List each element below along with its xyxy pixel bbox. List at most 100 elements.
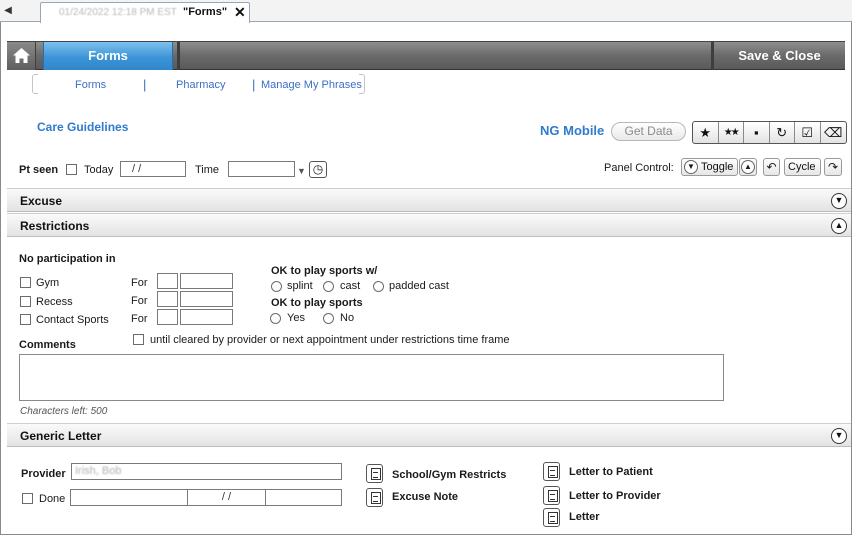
contact-sports-duration-unit-field[interactable] <box>180 309 233 325</box>
main-toolbar: Forms Save & Close <box>7 41 845 70</box>
done-checkbox[interactable] <box>22 493 33 504</box>
comments-textarea[interactable] <box>19 354 724 401</box>
chevron-down-icon[interactable]: ▼ <box>831 428 847 444</box>
document-icon[interactable] <box>543 508 560 527</box>
recess-duration-unit-field[interactable] <box>180 291 233 307</box>
recess-checkbox[interactable] <box>20 296 31 307</box>
gym-duration-number-field[interactable] <box>157 273 178 289</box>
gym-checkbox[interactable] <box>20 277 31 288</box>
for-label: For <box>131 295 148 307</box>
splint-radio[interactable] <box>271 281 282 292</box>
panel-control-label: Panel Control: <box>604 162 674 174</box>
contact-sports-checkbox[interactable] <box>20 314 31 325</box>
toolbar-divider <box>177 42 180 70</box>
cast-radio[interactable] <box>323 281 334 292</box>
document-tab[interactable]: 01/24/2022 12:18 PM EST "Forms" ✕ <box>40 2 250 23</box>
no-participation-label: No participation in <box>19 253 116 265</box>
padded-cast-label: padded cast <box>389 280 449 292</box>
today-label: Today <box>84 164 114 176</box>
generic-letter-section-header[interactable]: Generic Letter ▼ <box>7 423 851 447</box>
provider-field[interactable]: Irish, Bob <box>71 463 342 480</box>
done-by-field[interactable] <box>70 489 188 506</box>
characters-left-text: Characters left: 500 <box>20 406 108 417</box>
toggle-button[interactable]: ▼ Toggle <box>681 158 738 176</box>
done-label: Done <box>39 493 66 505</box>
letter-to-patient-label[interactable]: Letter to Patient <box>569 466 653 478</box>
gym-duration-unit-field[interactable] <box>180 273 233 289</box>
clock-icon[interactable]: ◷ <box>309 161 327 178</box>
save-close-button[interactable]: Save & Close <box>714 42 845 70</box>
recess-label: Recess <box>36 296 73 308</box>
subnav-manage-phrases-link[interactable]: Manage My Phrases <box>261 79 362 91</box>
restrictions-section-header[interactable]: Restrictions ▲ <box>7 213 851 237</box>
chevron-up-icon: ▲ <box>741 160 755 174</box>
splint-label: splint <box>287 280 313 292</box>
contact-sports-duration-number-field[interactable] <box>157 309 178 325</box>
until-cleared-checkbox[interactable] <box>133 334 144 345</box>
letter-label[interactable]: Letter <box>569 511 600 523</box>
contact-sports-label: Contact Sports <box>36 314 109 326</box>
time-field[interactable] <box>228 161 295 177</box>
redo-icon[interactable]: ↷ <box>824 158 842 176</box>
subnav-separator: | <box>143 77 147 92</box>
date-field-value: / / <box>132 163 142 175</box>
double-star-icon[interactable]: ★★ <box>719 122 744 143</box>
document-icon[interactable] <box>543 462 560 481</box>
care-guidelines-link[interactable]: Care Guidelines <box>37 120 128 134</box>
padded-cast-radio[interactable] <box>373 281 384 292</box>
excuse-section-title: Excuse <box>20 194 63 208</box>
checklist-icon[interactable]: ☑ <box>795 122 821 143</box>
until-cleared-label: until cleared by provider or next appoin… <box>150 334 510 346</box>
expand-all-button[interactable]: ▲ <box>739 158 757 176</box>
letter-to-provider-label[interactable]: Letter to Provider <box>569 490 661 502</box>
chevron-up-icon[interactable]: ▲ <box>831 218 847 234</box>
ok-sports-with-label: OK to play sports w/ <box>271 265 378 277</box>
eraser-icon[interactable]: ⌫ <box>821 122 846 143</box>
cast-label: cast <box>340 280 361 292</box>
tab-forms[interactable]: Forms <box>43 42 173 70</box>
excuse-section-header[interactable]: Excuse ▼ <box>7 188 851 212</box>
cycle-button[interactable]: Cycle <box>784 158 821 176</box>
generic-letter-section-title: Generic Letter <box>20 429 102 443</box>
provider-label: Provider <box>21 468 66 480</box>
no-label: No <box>340 312 355 324</box>
yes-label: Yes <box>287 312 305 324</box>
document-icon[interactable] <box>366 464 383 483</box>
tab-date-text: 01/24/2022 12:18 PM EST <box>59 7 177 18</box>
toggle-label: Toggle <box>701 161 734 173</box>
yes-radio[interactable] <box>270 313 281 324</box>
pt-seen-date-field[interactable]: / / <box>120 161 186 177</box>
document-icon[interactable] <box>543 486 560 505</box>
home-button[interactable] <box>7 42 36 70</box>
chevron-down-icon[interactable]: ▼ <box>297 166 306 176</box>
excuse-note-label[interactable]: Excuse Note <box>392 491 458 503</box>
star-icon[interactable]: ★ <box>693 122 719 143</box>
for-label: For <box>131 277 148 289</box>
tab-scroll-left-icon[interactable]: ◀ <box>2 3 14 19</box>
comments-label: Comments <box>19 339 76 351</box>
window-frame <box>0 0 852 535</box>
pt-seen-label: Pt seen <box>19 164 59 176</box>
icon-toolbar: ★ ★★ ▪ ↻ ☑ ⌫ <box>692 121 847 144</box>
school-gym-restricts-label[interactable]: School/Gym Restricts <box>392 469 506 481</box>
get-data-button[interactable]: Get Data <box>611 122 686 141</box>
gym-label: Gym <box>36 277 60 289</box>
today-checkbox[interactable] <box>66 164 77 175</box>
done-date-value: / / <box>221 491 232 503</box>
close-icon[interactable]: ✕ <box>234 4 246 21</box>
refresh-icon[interactable]: ↻ <box>770 122 795 143</box>
document-icon[interactable] <box>366 488 383 507</box>
undo-icon[interactable]: ↶ <box>763 158 780 176</box>
recess-duration-number-field[interactable] <box>157 291 178 307</box>
done-date-field[interactable]: / / <box>187 489 266 506</box>
subnav-forms-link[interactable]: Forms <box>75 79 106 91</box>
subnav-pharmacy-link[interactable]: Pharmacy <box>176 79 226 91</box>
save-icon[interactable]: ▪ <box>744 122 770 143</box>
chevron-down-icon[interactable]: ▼ <box>831 193 847 209</box>
for-label: For <box>131 313 148 325</box>
no-radio[interactable] <box>323 313 334 324</box>
subnav-bracket <box>359 74 365 94</box>
done-time-field[interactable] <box>265 489 342 506</box>
tab-strip: ◀ 01/24/2022 12:18 PM EST "Forms" ✕ <box>0 0 852 23</box>
restrictions-section-title: Restrictions <box>20 219 90 233</box>
